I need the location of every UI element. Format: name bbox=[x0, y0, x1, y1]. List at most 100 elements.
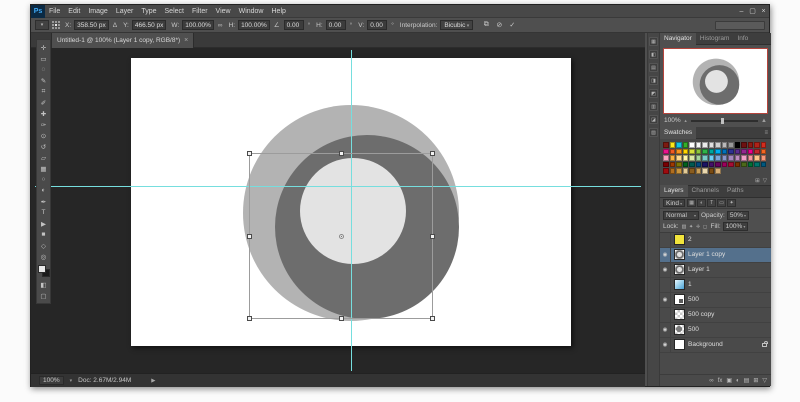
navigator-preview[interactable] bbox=[663, 48, 768, 114]
color-swatch[interactable] bbox=[683, 168, 689, 174]
color-swatch[interactable] bbox=[715, 155, 721, 161]
shape-tool[interactable]: ■ bbox=[37, 229, 50, 240]
color-swatch[interactable] bbox=[663, 168, 669, 174]
rotate-field[interactable]: 0.00 bbox=[284, 20, 304, 30]
layer-row[interactable]: Layer 1 copy bbox=[660, 248, 771, 263]
fill-field[interactable]: 100% bbox=[723, 222, 749, 231]
cancel-transform-icon[interactable]: ⊘ bbox=[493, 20, 505, 31]
layer-row[interactable]: Background bbox=[660, 338, 771, 353]
panel-tab[interactable]: Layers bbox=[660, 185, 688, 197]
color-swatch[interactable] bbox=[709, 168, 715, 174]
layer-thumbnail[interactable] bbox=[674, 264, 685, 275]
new-adjustment-layer-icon[interactable]: ◐ bbox=[736, 378, 740, 384]
zoom-tool[interactable]: ◎ bbox=[37, 251, 50, 262]
color-swatch[interactable] bbox=[696, 142, 702, 148]
x-position-field[interactable]: 358.50 px bbox=[74, 20, 109, 30]
panel-tab[interactable]: Info bbox=[733, 33, 752, 45]
layer-thumbnail[interactable] bbox=[674, 279, 685, 290]
eye-icon[interactable] bbox=[663, 251, 668, 258]
horizontal-skew-field[interactable]: 0.00 bbox=[326, 20, 346, 30]
color-swatch[interactable] bbox=[728, 162, 734, 168]
blur-tool[interactable]: ○ bbox=[37, 174, 50, 185]
transform-center-point[interactable] bbox=[339, 234, 344, 239]
color-swatch[interactable] bbox=[709, 149, 715, 155]
collapsed-panel-icon[interactable]: ◩ bbox=[649, 89, 658, 98]
panel-tab[interactable]: Channels bbox=[688, 185, 723, 197]
color-swatch[interactable] bbox=[670, 162, 676, 168]
quick-mask-icon[interactable]: ◧ bbox=[37, 279, 50, 290]
transform-handle[interactable] bbox=[430, 316, 435, 321]
eyedropper-tool[interactable]: ✐ bbox=[37, 97, 50, 108]
close-button[interactable]: × bbox=[758, 5, 769, 18]
color-swatch[interactable] bbox=[702, 155, 708, 161]
color-swatch[interactable] bbox=[754, 149, 760, 155]
lock-pixels-icon[interactable]: ✦ bbox=[688, 224, 695, 230]
vertical-skew-field[interactable]: 0.00 bbox=[367, 20, 387, 30]
new-swatch-icon[interactable]: ⊞ bbox=[755, 178, 760, 184]
filter-shape-layers-icon[interactable]: ▭ bbox=[717, 199, 726, 207]
color-swatch[interactable] bbox=[741, 162, 747, 168]
navigator-zoom-slider[interactable] bbox=[691, 120, 758, 122]
color-swatch[interactable] bbox=[761, 142, 767, 148]
color-swatch[interactable] bbox=[754, 142, 760, 148]
color-swatch[interactable] bbox=[748, 162, 754, 168]
color-swatch[interactable] bbox=[715, 142, 721, 148]
zoom-out-icon[interactable]: ▲ bbox=[684, 118, 688, 123]
eye-icon[interactable] bbox=[663, 296, 668, 303]
layer-row[interactable]: 500 bbox=[660, 323, 771, 338]
visibility-cell[interactable] bbox=[660, 247, 671, 262]
status-caret-icon[interactable]: ▾ bbox=[70, 378, 73, 384]
visibility-cell[interactable] bbox=[660, 337, 671, 352]
clone-stamp-tool[interactable]: ⊙ bbox=[37, 130, 50, 141]
color-swatch[interactable] bbox=[696, 162, 702, 168]
visibility-cell[interactable] bbox=[660, 233, 671, 248]
lock-all-icon[interactable]: ◻ bbox=[702, 224, 709, 230]
transform-handle[interactable] bbox=[339, 151, 344, 156]
filter-adjustment-layers-icon[interactable]: ◐ bbox=[697, 199, 706, 207]
color-swatch[interactable] bbox=[741, 149, 747, 155]
color-swatch[interactable] bbox=[735, 149, 741, 155]
foreground-color-swatch[interactable] bbox=[38, 265, 46, 273]
opacity-field[interactable]: 50% bbox=[727, 211, 749, 220]
menu-item[interactable]: Filter bbox=[188, 5, 212, 18]
color-swatch[interactable] bbox=[663, 162, 669, 168]
layer-style-icon[interactable]: fx bbox=[718, 378, 723, 384]
transform-handle[interactable] bbox=[247, 151, 252, 156]
menu-item[interactable]: View bbox=[212, 5, 235, 18]
y-position-field[interactable]: 466.50 px bbox=[132, 20, 167, 30]
menu-item[interactable]: Type bbox=[137, 5, 160, 18]
color-swatch[interactable] bbox=[689, 155, 695, 161]
switch-transform-warp-icon[interactable]: ⧉ bbox=[480, 20, 492, 31]
add-layer-mask-icon[interactable]: ▣ bbox=[726, 377, 732, 384]
transform-handle[interactable] bbox=[339, 316, 344, 321]
link-dimensions-icon[interactable]: ∞ bbox=[217, 22, 224, 29]
color-swatch[interactable] bbox=[702, 149, 708, 155]
slider-thumb[interactable] bbox=[721, 118, 724, 124]
gradient-tool[interactable]: ▦ bbox=[37, 163, 50, 174]
panel-menu-icon[interactable]: ≡ bbox=[764, 130, 771, 136]
panel-tab[interactable]: Paths bbox=[723, 185, 748, 197]
color-swatch[interactable] bbox=[761, 162, 767, 168]
color-swatch[interactable] bbox=[670, 149, 676, 155]
collapsed-panel-icon[interactable]: ◨ bbox=[649, 76, 658, 85]
collapsed-panel-icon[interactable]: ▧ bbox=[649, 128, 658, 137]
color-swatch[interactable] bbox=[722, 142, 728, 148]
link-layers-icon[interactable]: ∞ bbox=[709, 378, 713, 384]
brush-tool[interactable]: ✑ bbox=[37, 119, 50, 130]
color-swatch[interactable] bbox=[754, 155, 760, 161]
layer-row[interactable]: 500 bbox=[660, 293, 771, 308]
transform-handle[interactable] bbox=[430, 151, 435, 156]
color-swatch[interactable] bbox=[709, 142, 715, 148]
menu-item[interactable]: Layer bbox=[112, 5, 138, 18]
lasso-tool[interactable]: ◌ bbox=[37, 64, 50, 75]
layer-thumbnail[interactable] bbox=[674, 324, 685, 335]
color-swatch[interactable] bbox=[676, 149, 682, 155]
new-group-icon[interactable]: ▤ bbox=[744, 377, 750, 384]
color-swatch[interactable] bbox=[748, 149, 754, 155]
width-field[interactable]: 100.00% bbox=[182, 20, 214, 30]
screen-mode-icon[interactable]: ▢ bbox=[37, 290, 50, 301]
color-swatch[interactable] bbox=[702, 168, 708, 174]
filter-type-layers-icon[interactable]: T bbox=[707, 199, 716, 207]
color-swatch[interactable] bbox=[696, 149, 702, 155]
color-swatch[interactable] bbox=[728, 142, 734, 148]
